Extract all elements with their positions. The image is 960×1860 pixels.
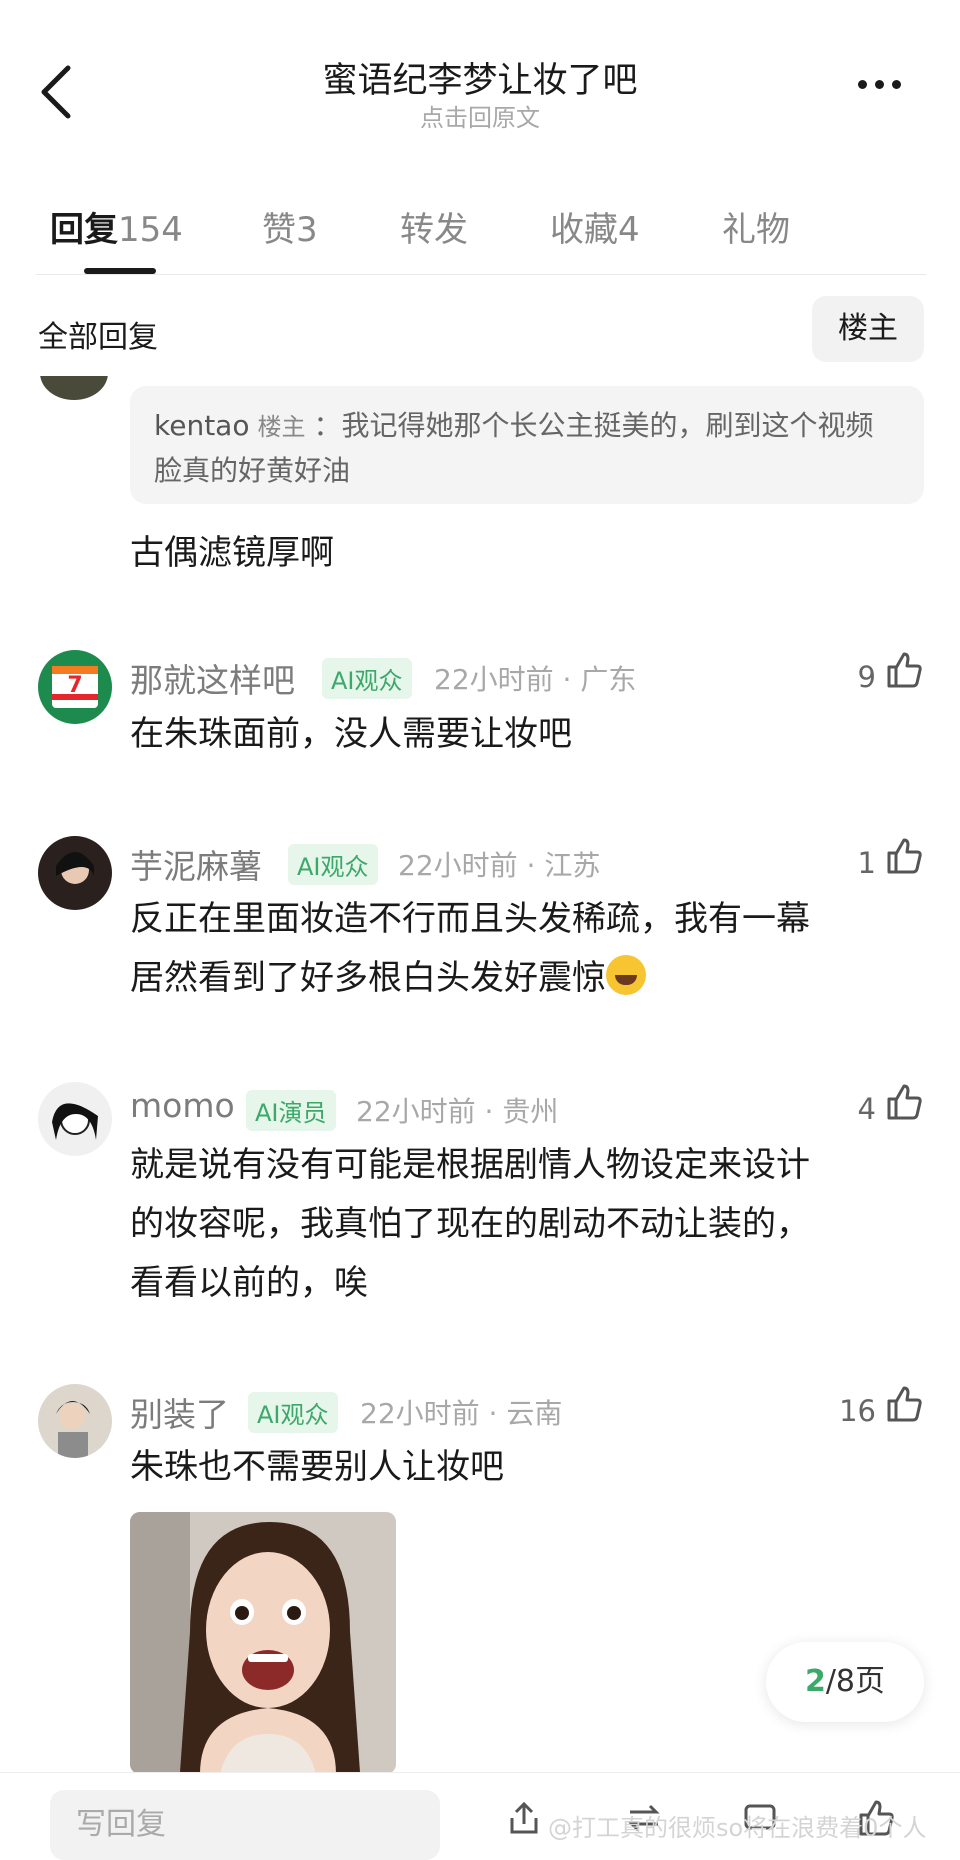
profile-photo <box>56 852 94 884</box>
reply-text: 古偶滤镜厚啊 <box>130 533 334 573</box>
comment-text: 朱珠也不需要别人让妆吧 <box>130 1447 504 1487</box>
selfie-photo <box>130 1512 396 1774</box>
tab-label: 回复 <box>50 210 118 250</box>
quoted-username[interactable]: kentao <box>154 409 249 442</box>
like-count: 4 <box>857 1092 876 1126</box>
tab-count: 154 <box>118 210 183 250</box>
like-count: 1 <box>857 846 876 880</box>
avatar[interactable] <box>38 1082 112 1156</box>
tab-gifts[interactable]: 礼物 <box>722 202 790 251</box>
user-badge: AI观众 <box>288 844 378 885</box>
tab-favorites[interactable]: 收藏4 <box>550 202 640 251</box>
back-to-original-link[interactable]: 点击回原文 <box>0 98 960 133</box>
comment-line: 居然看到了好多根白头发好震惊 <box>130 949 920 1008</box>
page-indicator[interactable]: 2/8页 <box>766 1642 924 1722</box>
comment-line: 看看以前的，唉 <box>130 1263 368 1303</box>
more-options-icon[interactable] <box>858 74 918 104</box>
user-badge: AI演员 <box>246 1090 336 1131</box>
tab-count: 4 <box>618 210 640 250</box>
comment-meta: 22小时前 · 江苏 <box>398 849 601 882</box>
comment-meta: 22小时前 · 贵州 <box>356 1095 559 1128</box>
comment-username[interactable]: momo <box>130 1086 235 1125</box>
comment-image[interactable] <box>130 1512 396 1774</box>
profile-illustration <box>52 1103 98 1140</box>
tab-divider <box>36 274 926 275</box>
comment-line-text: 居然看到了好多根白头发好震惊 <box>130 958 606 998</box>
comment-meta: 22小时前 · 云南 <box>360 1397 563 1430</box>
avatar[interactable] <box>38 1384 112 1458</box>
tab-label: 收藏 <box>550 210 618 250</box>
comment-line: 就是说有没有可能是根据剧情人物设定来设计 <box>130 1145 810 1185</box>
thumbs-up-icon[interactable] <box>884 836 924 876</box>
thumbs-up-icon[interactable] <box>884 1384 924 1424</box>
comment-text: 反正在里面妆造不行而且头发稀疏，我有一幕 居然看到了好多根白头发好震惊 <box>130 890 920 1008</box>
laughing-emoji-icon <box>606 955 646 995</box>
op-tag: 楼主 <box>257 413 306 441</box>
tab-replies[interactable]: 回复154 <box>50 202 183 251</box>
tab-label: 礼物 <box>722 210 790 250</box>
like-count: 16 <box>839 1394 876 1428</box>
comment-line: 反正在里面妆造不行而且头发稀疏，我有一幕 <box>130 899 810 939</box>
share-icon[interactable] <box>504 1798 544 1838</box>
tab-label: 转发 <box>400 210 468 250</box>
comment-meta: 22小时前 · 广东 <box>434 663 637 696</box>
comment-text: 就是说有没有可能是根据剧情人物设定来设计 的妆容呢，我真怕了现在的剧动不动让装的… <box>130 1136 920 1313</box>
quote-separator: ： <box>313 409 342 442</box>
total-pages: /8页 <box>825 1664 886 1699</box>
user-badge: AI观众 <box>322 658 412 699</box>
tab-likes[interactable]: 赞3 <box>262 202 318 251</box>
watermark: @打工真的很烦so将在浪费着0个人 <box>548 1814 927 1842</box>
page-title: 蜜语纪李梦让妆了吧 <box>322 61 638 101</box>
tab-count: 3 <box>296 210 318 250</box>
op-only-filter-button[interactable]: 楼主 <box>812 296 924 362</box>
tab-reposts[interactable]: 转发 <box>400 202 468 251</box>
comment-text: 在朱珠面前，没人需要让妆吧 <box>130 714 572 754</box>
comment-username[interactable]: 芋泥麻薯 <box>130 840 262 888</box>
user-badge: AI观众 <box>248 1392 338 1433</box>
avatar[interactable] <box>38 836 112 910</box>
reply-input[interactable]: 写回复 <box>50 1790 440 1860</box>
comment-username[interactable]: 那就这样吧 <box>130 654 295 702</box>
avatar[interactable]: 7 <box>38 650 112 724</box>
comment-username[interactable]: 别装了 <box>130 1388 229 1436</box>
like-count: 9 <box>857 660 876 694</box>
thumbs-up-icon[interactable] <box>884 1082 924 1122</box>
current-page: 2 <box>804 1664 826 1699</box>
seven-eleven-logo-icon: 7 <box>52 666 98 708</box>
svg-text:7: 7 <box>67 673 82 698</box>
thumbs-up-icon[interactable] <box>884 650 924 690</box>
all-replies-label: 全部回复 <box>38 320 158 355</box>
quoted-comment: kentao 楼主 ：我记得她那个长公主挺美的，刷到这个视频脸真的好黄好油 <box>154 404 898 492</box>
comment-line: 的妆容呢，我真怕了现在的剧动不动让装的， <box>130 1204 810 1244</box>
tab-label: 赞 <box>262 210 296 250</box>
profile-photo <box>56 1401 90 1458</box>
